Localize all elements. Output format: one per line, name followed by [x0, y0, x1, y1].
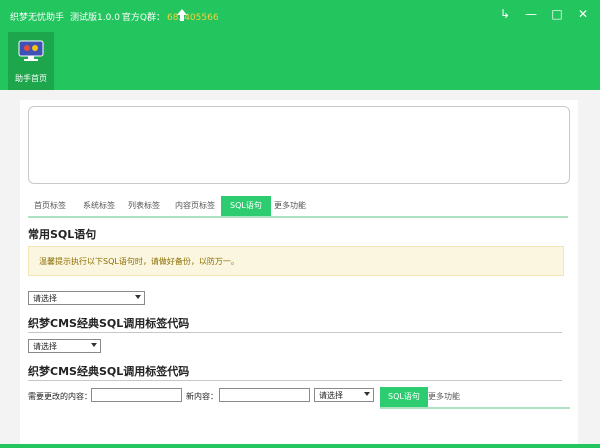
tab-bar: 首页标签 系统标签 列表标签 内容页标签 SQL语句 更多功能 — [28, 196, 568, 218]
change-content-input[interactable] — [91, 388, 182, 402]
notice-text: 温馨提示执行以下SQL语句时，请做好备份，以防万一。 — [39, 257, 239, 266]
monitor-icon — [18, 40, 44, 61]
chevron-down-icon — [364, 392, 370, 396]
minimize-button[interactable]: — — [518, 4, 544, 24]
new-content-input[interactable] — [219, 388, 310, 402]
overlay-tab-sql[interactable]: SQL语句 — [380, 387, 428, 407]
chevron-down-icon — [91, 343, 97, 347]
overlay-tab-bar: SQL语句 更多功能 — [380, 387, 570, 407]
nav-home-tile[interactable]: 助手首页 — [8, 32, 54, 90]
notice-box: 温馨提示执行以下SQL语句时，请做好备份，以防万一。 — [28, 246, 564, 276]
output-textarea[interactable] — [28, 106, 570, 184]
window-controls: ↳ — □ ✕ — [492, 4, 596, 24]
tab-list-tags[interactable]: 列表标签 — [128, 200, 160, 211]
nav-home-label: 助手首页 — [15, 74, 47, 83]
tab-sql[interactable]: SQL语句 — [221, 196, 271, 216]
qq-group-number[interactable]: 682405566 — [167, 13, 219, 23]
common-sql-select-value: 请选择 — [33, 294, 57, 303]
change-content-label: 需要更改的内容： — [28, 392, 92, 401]
new-content-label: 新内容： — [186, 392, 218, 401]
title-bar: 织梦无忧助手 测试版1.0.0 官方Q群： 682405566 ↳ — □ ✕ — [0, 0, 600, 32]
tab-content-tags[interactable]: 内容页标签 — [175, 200, 215, 211]
section-common-sql-title: 常用SQL语句 — [28, 228, 97, 241]
classic-sql-select[interactable]: 请选择 — [28, 339, 101, 353]
section-divider — [28, 380, 562, 381]
skin-icon[interactable]: ↳ — [492, 4, 518, 24]
field-select[interactable]: 请选择 — [314, 388, 374, 402]
maximize-button[interactable]: □ — [544, 4, 570, 24]
section-divider — [28, 332, 562, 333]
tab-more[interactable]: 更多功能 — [274, 200, 306, 211]
close-button[interactable]: ✕ — [570, 4, 596, 24]
field-select-value: 请选择 — [319, 391, 343, 400]
chevron-down-icon — [135, 295, 141, 299]
qq-group-label: 官方Q群： — [121, 13, 166, 23]
tab-system-tags[interactable]: 系统标签 — [83, 200, 115, 211]
overlay-tab-underline — [380, 407, 570, 409]
classic-sql-select-value: 请选择 — [33, 342, 57, 351]
upload-arrow-icon[interactable] — [176, 8, 188, 22]
bottom-accent-strip — [0, 444, 600, 448]
common-sql-select[interactable]: 请选择 — [28, 291, 145, 305]
section-replace-title: 织梦CMS经典SQL调用标签代码 — [28, 365, 190, 378]
app-name: 织梦无忧助手 — [10, 13, 65, 23]
section-classic-sql-title: 织梦CMS经典SQL调用标签代码 — [28, 317, 190, 330]
app-version: 测试版1.0.0 — [70, 13, 120, 23]
tab-home-tags[interactable]: 首页标签 — [34, 200, 66, 211]
overlay-tab-more[interactable]: 更多功能 — [428, 387, 460, 407]
